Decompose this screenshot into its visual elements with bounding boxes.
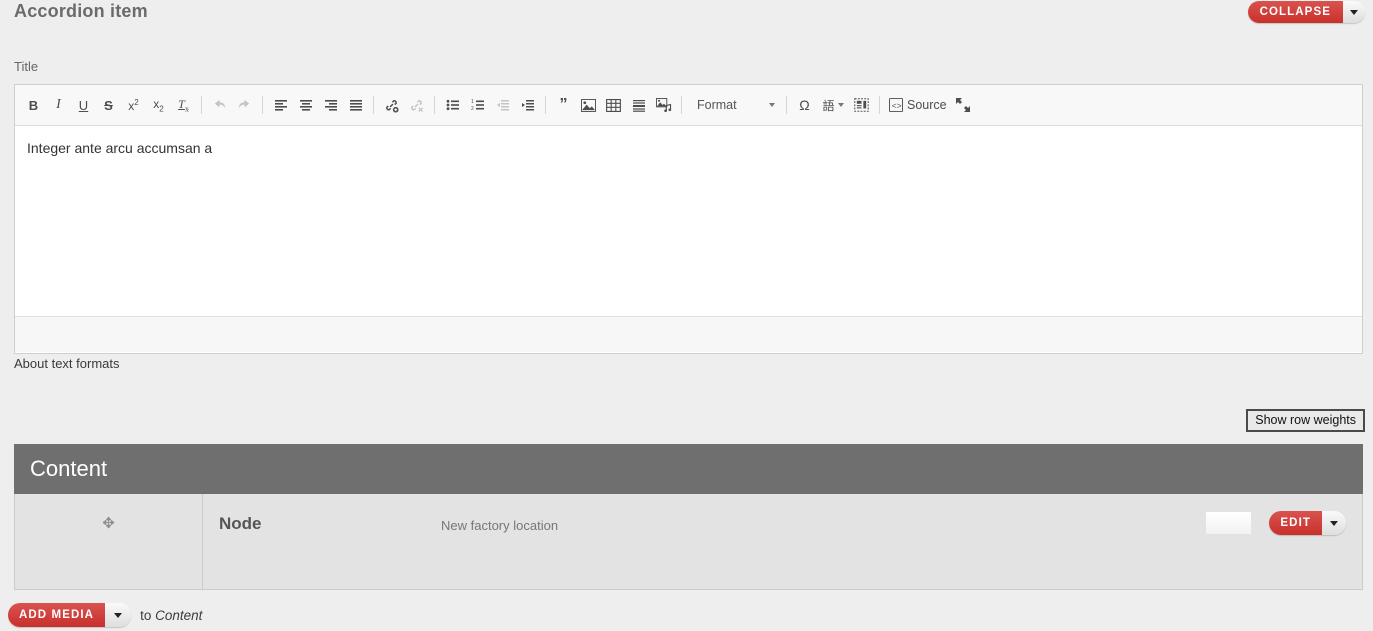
template-icon[interactable] bbox=[850, 94, 873, 116]
editor-status-bar bbox=[15, 316, 1362, 352]
row-weight-select[interactable] bbox=[1206, 512, 1252, 534]
special-character-icon[interactable]: Ω bbox=[793, 94, 816, 116]
toolbar-separator bbox=[879, 96, 880, 114]
format-dropdown-label: Format bbox=[697, 98, 737, 112]
add-media-button-group[interactable]: ADD MEDIA bbox=[8, 603, 132, 627]
add-media-button[interactable]: ADD MEDIA bbox=[8, 603, 106, 627]
about-text-formats-link[interactable]: About text formats bbox=[14, 356, 120, 371]
blockquote-icon[interactable]: ” bbox=[552, 94, 575, 116]
chevron-down-icon bbox=[114, 612, 123, 618]
content-table-header: Content bbox=[14, 444, 1363, 494]
image-icon[interactable] bbox=[577, 94, 600, 116]
svg-text:2: 2 bbox=[471, 106, 474, 112]
edit-button-group[interactable]: EDIT bbox=[1269, 511, 1346, 535]
editor-toolbar: B I U S x2 x2 Tx 1 2 ” Format Ω 語 <> Sou… bbox=[15, 85, 1362, 126]
toolbar-separator bbox=[786, 96, 787, 114]
outdent-icon[interactable] bbox=[491, 94, 514, 116]
strikethrough-icon[interactable]: S bbox=[97, 94, 120, 116]
remove-format-icon[interactable]: Tx bbox=[172, 94, 195, 116]
align-center-icon[interactable] bbox=[294, 94, 317, 116]
toolbar-separator bbox=[201, 96, 202, 114]
superscript-icon[interactable]: x2 bbox=[122, 94, 145, 116]
bulleted-list-icon[interactable] bbox=[441, 94, 464, 116]
content-table: Content ✥ Node New factory location EDIT bbox=[14, 444, 1363, 590]
collapse-button[interactable]: COLLAPSE bbox=[1247, 1, 1343, 23]
add-media-suffix: to Content bbox=[140, 608, 202, 623]
editor-body-text: Integer ante arcu accumsan a bbox=[27, 140, 213, 156]
undo-icon[interactable] bbox=[208, 94, 231, 116]
horizontal-rule-icon[interactable] bbox=[627, 94, 650, 116]
toolbar-separator bbox=[434, 96, 435, 114]
drag-handle-icon[interactable]: ✥ bbox=[102, 516, 115, 531]
language-icon[interactable]: 語 bbox=[818, 94, 848, 116]
chevron-down-icon bbox=[1330, 520, 1338, 526]
toolbar-separator bbox=[262, 96, 263, 114]
numbered-list-icon[interactable]: 12 bbox=[466, 94, 489, 116]
content-table-header-title: Content bbox=[30, 456, 108, 481]
add-media-suffix-prefix: to bbox=[140, 607, 156, 623]
format-dropdown[interactable]: Format bbox=[689, 94, 779, 116]
row-type-label: Node bbox=[219, 514, 262, 533]
source-button-label: Source bbox=[907, 98, 947, 112]
chevron-down-icon bbox=[1350, 9, 1358, 15]
subscript-icon[interactable]: x2 bbox=[147, 94, 170, 116]
maximize-icon[interactable] bbox=[952, 94, 975, 116]
link-icon[interactable] bbox=[380, 94, 403, 116]
show-row-weights-button[interactable]: Show row weights bbox=[1246, 409, 1365, 432]
toolbar-separator bbox=[373, 96, 374, 114]
add-media-dropdown-toggle[interactable] bbox=[105, 603, 132, 627]
media-embed-icon[interactable] bbox=[652, 94, 675, 116]
row-actions: EDIT bbox=[1206, 511, 1346, 535]
toolbar-separator bbox=[681, 96, 682, 114]
accordion-header: Accordion item COLLAPSE bbox=[0, 0, 1373, 40]
table-icon[interactable] bbox=[602, 94, 625, 116]
toolbar-separator bbox=[545, 96, 546, 114]
chevron-down-icon bbox=[769, 103, 775, 107]
indent-icon[interactable] bbox=[516, 94, 539, 116]
table-cell-main: Node New factory location EDIT bbox=[203, 494, 1362, 589]
chevron-down-icon bbox=[837, 103, 844, 107]
redo-icon[interactable] bbox=[233, 94, 256, 116]
underline-icon[interactable]: U bbox=[72, 94, 95, 116]
collapse-button-group[interactable]: COLLAPSE bbox=[1247, 1, 1365, 23]
svg-text:1: 1 bbox=[471, 99, 474, 105]
page-root: Accordion item COLLAPSE Title B I U S x2… bbox=[0, 0, 1373, 631]
edit-button[interactable]: EDIT bbox=[1269, 511, 1322, 535]
align-right-icon[interactable] bbox=[319, 94, 342, 116]
row-title-label: New factory location bbox=[441, 518, 559, 533]
italic-icon[interactable]: I bbox=[47, 94, 70, 116]
add-media-bar: ADD MEDIA to Content bbox=[0, 603, 202, 627]
title-field-label: Title bbox=[14, 59, 39, 74]
rich-text-editor: B I U S x2 x2 Tx 1 2 ” Format Ω 語 <> Sou… bbox=[14, 84, 1363, 354]
editor-content-area[interactable]: Integer ante arcu accumsan a bbox=[15, 126, 1362, 316]
collapse-dropdown-toggle[interactable] bbox=[1343, 1, 1365, 23]
source-button[interactable]: <> Source bbox=[885, 94, 951, 116]
svg-text:<>: <> bbox=[892, 100, 902, 110]
add-media-suffix-target: Content bbox=[155, 607, 203, 623]
edit-dropdown-toggle[interactable] bbox=[1322, 511, 1346, 535]
align-left-icon[interactable] bbox=[269, 94, 292, 116]
bold-icon[interactable]: B bbox=[22, 94, 45, 116]
page-title: Accordion item bbox=[14, 1, 148, 21]
table-row: ✥ Node New factory location EDIT bbox=[14, 494, 1363, 590]
table-cell-drag: ✥ bbox=[15, 494, 203, 589]
unlink-icon[interactable] bbox=[405, 94, 428, 116]
align-justify-icon[interactable] bbox=[344, 94, 367, 116]
